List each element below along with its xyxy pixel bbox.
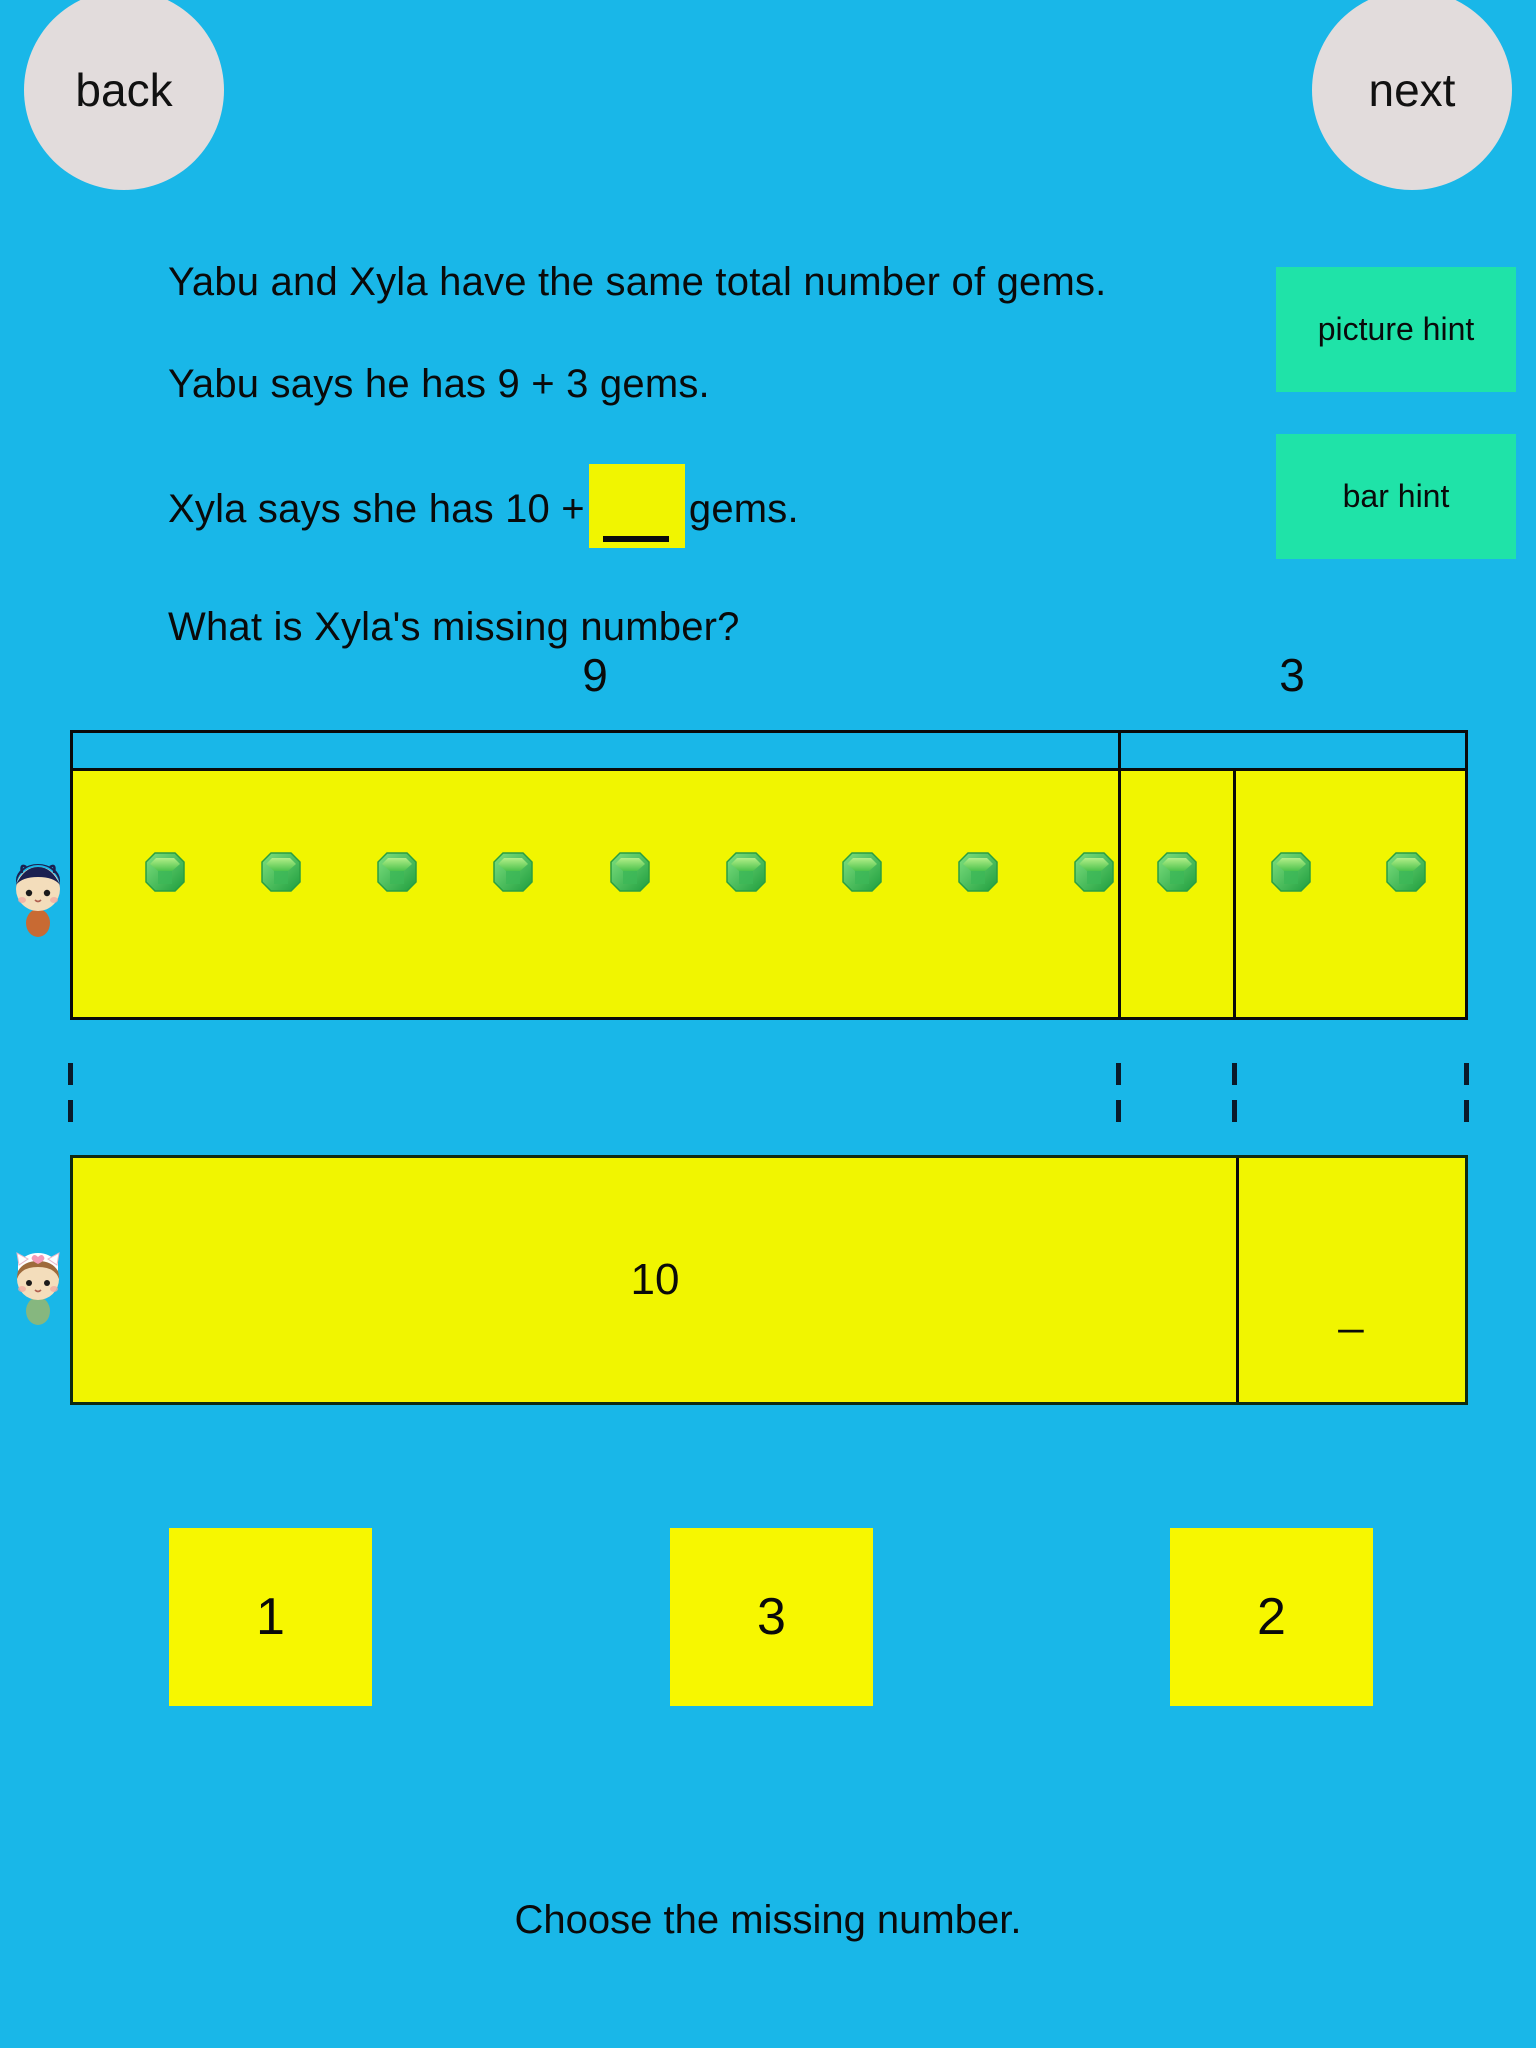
answer-choice-button[interactable]: 1 [169,1528,372,1706]
gem-icon [1271,852,1311,892]
alignment-tick [1464,1063,1469,1085]
bar-hint-label: bar hint [1342,478,1450,514]
problem-line-3-prefix: Xyla says she has 10 + [168,487,585,531]
gem-icon [493,852,533,892]
gem-icon [1157,852,1197,892]
gem-icon [726,852,766,892]
answer-choice-label: 1 [256,1588,285,1646]
gem-icon [377,852,417,892]
yabu-segment-label-1: 3 [1279,649,1305,701]
yabu-avatar [16,864,60,937]
gem-icon [958,852,998,892]
xyla-cell-value-1: _ [1338,1285,1364,1334]
alignment-tick [1116,1100,1121,1122]
alignment-tick [68,1100,73,1122]
yabu-bar-divider-2 [1233,768,1236,1020]
yabu-bar[interactable] [70,730,1468,1020]
gem-icon [842,852,882,892]
missing-number-input[interactable] [588,464,685,548]
answer-choice-label: 2 [1257,1588,1286,1646]
gem-icon [261,852,301,892]
gem-icon [610,852,650,892]
bar-hint-button[interactable]: bar hint [1276,434,1516,559]
problem-statement: Yabu and Xyla have the same total number… [168,260,1258,650]
alignment-tick [1116,1063,1121,1085]
xyla-bar-divider [1236,1158,1239,1402]
picture-hint-button[interactable]: picture hint [1276,267,1516,392]
back-button[interactable]: back [24,0,224,190]
xyla-cell-value-0: 10 [630,1255,680,1304]
instruction-prompt: Choose the missing number. [514,1898,1022,1942]
picture-hint-label: picture hint [1317,311,1475,347]
back-button-label: back [75,64,173,116]
problem-line-3-suffix: gems. [688,487,799,531]
xyla-avatar [16,1252,60,1325]
xyla-bar[interactable]: 10 _ [70,1155,1468,1405]
next-button-label: next [1368,64,1456,116]
problem-line-4: What is Xyla's missing number? [168,605,740,649]
gem-icon [145,852,185,892]
alignment-tick [1232,1063,1237,1085]
answer-choice-button[interactable]: 2 [1170,1528,1373,1706]
problem-line-3: Xyla says she has 10 + gems. [168,464,1258,548]
gem-icon [1386,852,1426,892]
answer-choice-button[interactable]: 3 [670,1528,873,1706]
next-button[interactable]: next [1312,0,1512,190]
alignment-tick [1232,1100,1237,1122]
yabu-bar-divider-1 [1118,768,1121,1020]
answer-choice-label: 3 [757,1588,786,1646]
problem-line-1: Yabu and Xyla have the same total number… [168,260,1107,304]
gem-icon [1074,852,1114,892]
yabu-segment-label-0: 9 [582,649,608,701]
alignment-tick [1464,1100,1469,1122]
blank-underline-icon [602,536,669,542]
yabu-band-divider [1118,730,1121,768]
problem-line-2: Yabu says he has 9 + 3 gems. [168,362,710,406]
yabu-bracket-band [70,730,1468,768]
alignment-tick [68,1063,73,1085]
